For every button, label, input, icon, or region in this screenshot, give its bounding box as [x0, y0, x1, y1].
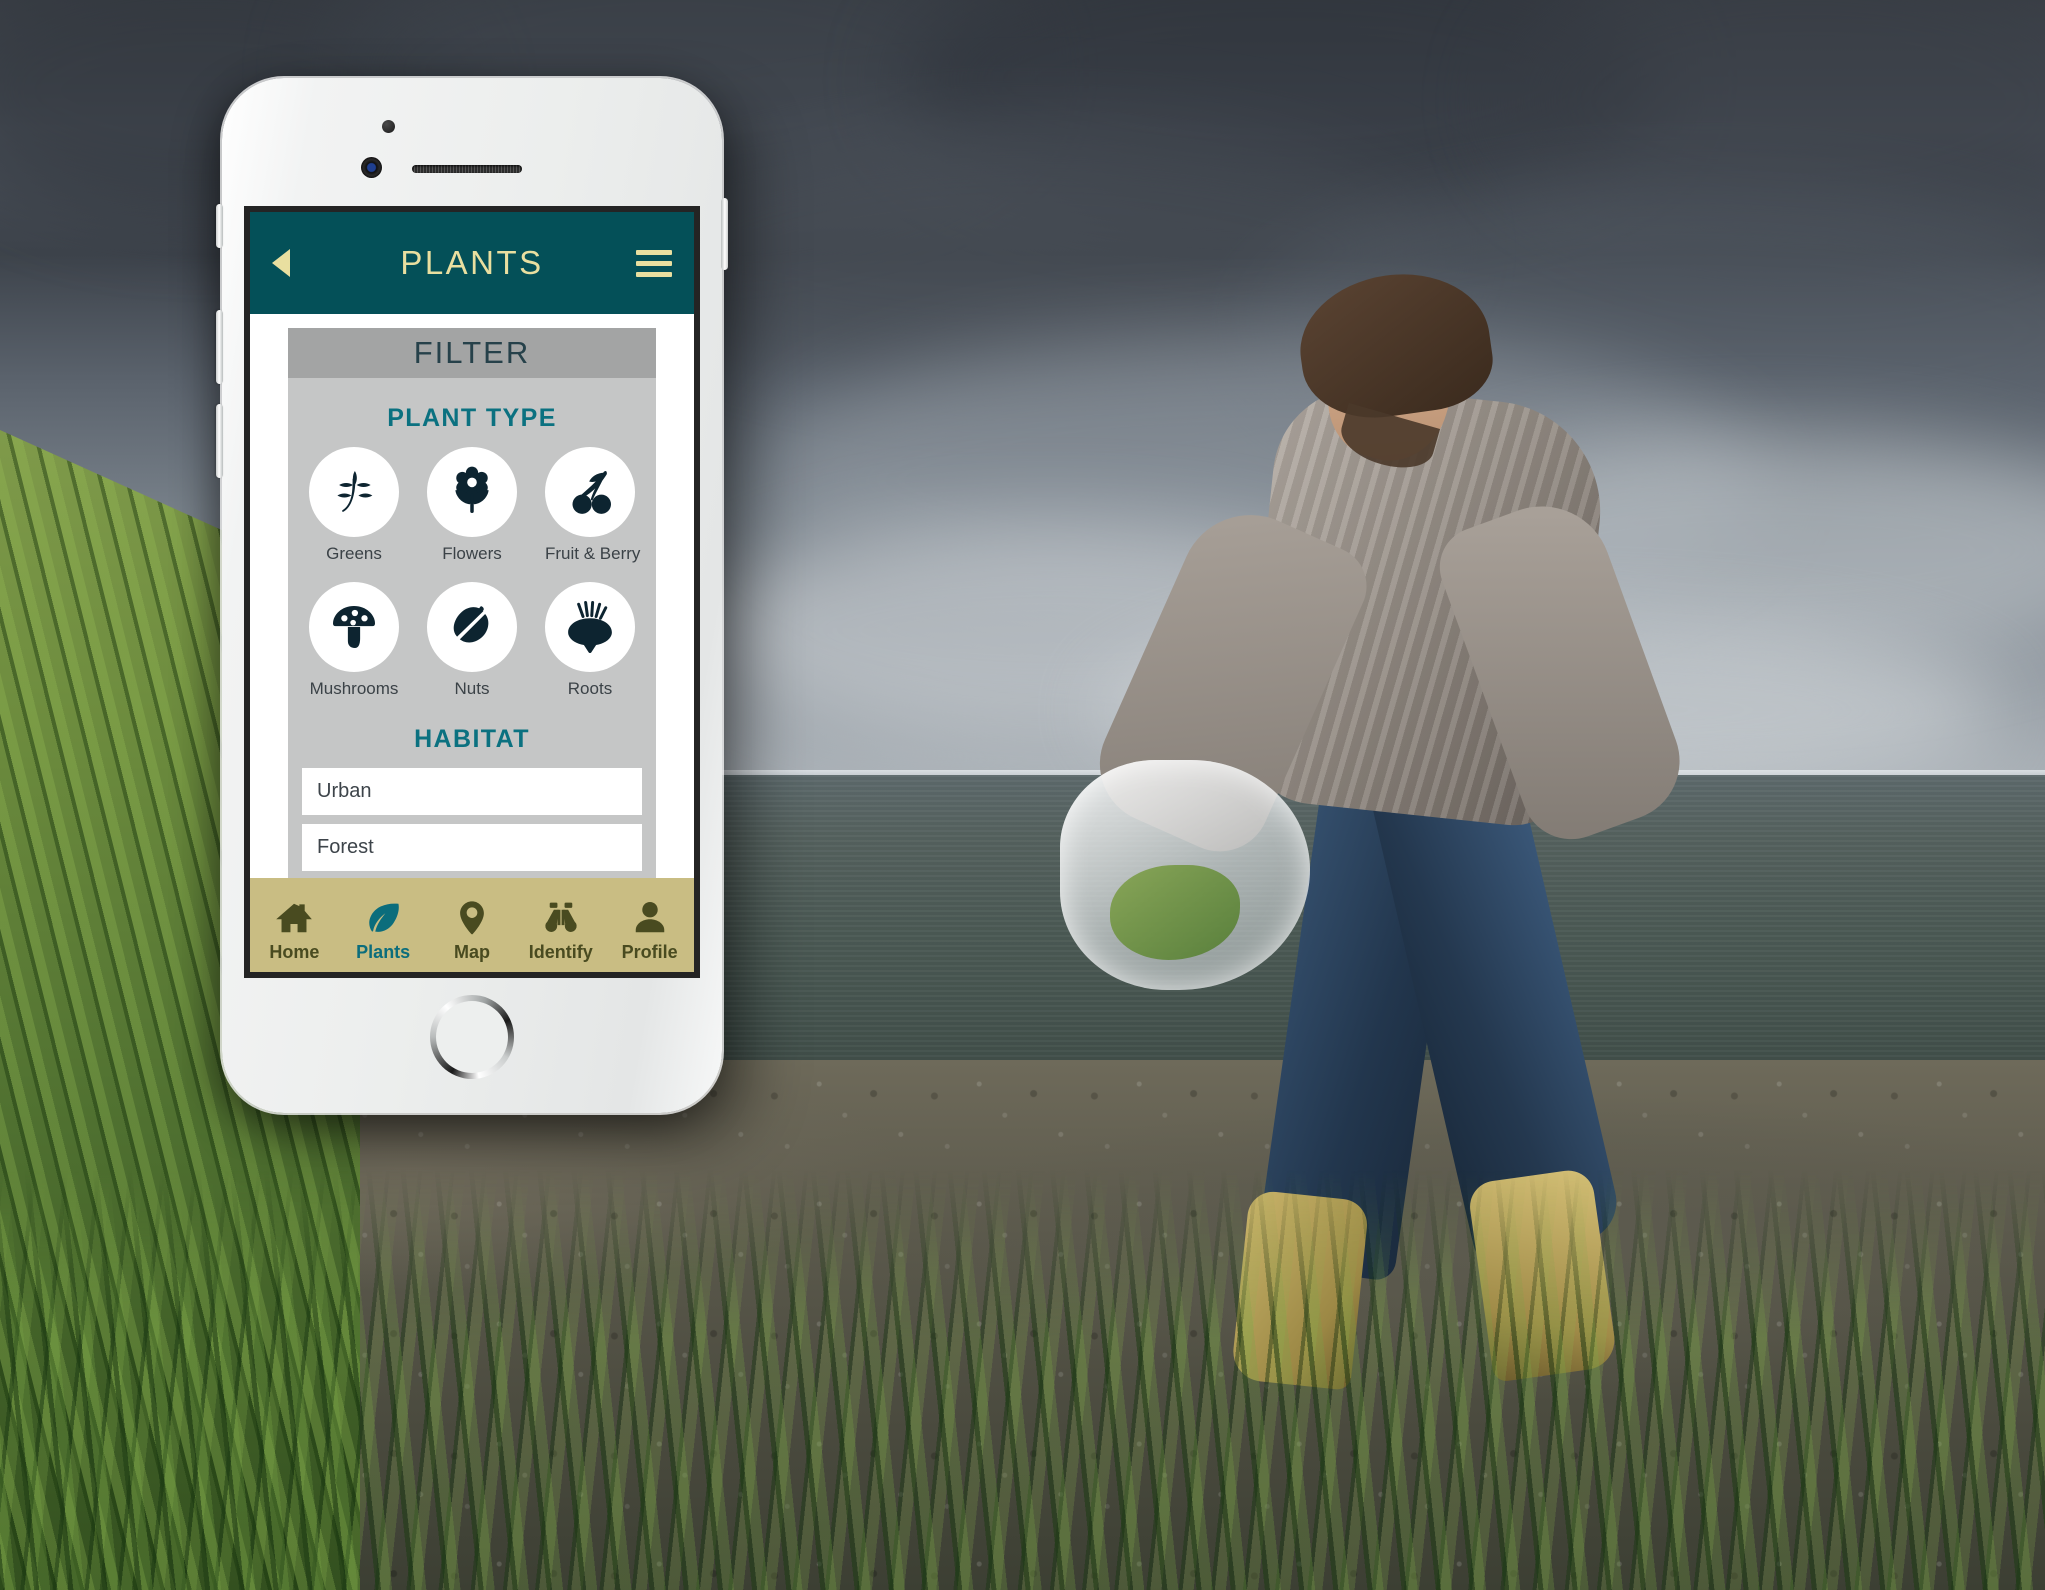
filter-title: FILTER: [288, 328, 656, 378]
binoculars-icon: [545, 902, 577, 932]
mushroom-icon: [309, 582, 399, 672]
foreground-weeds: [0, 1170, 2045, 1590]
nav-label: Identify: [528, 942, 593, 962]
nav-item-home[interactable]: Home: [251, 899, 337, 963]
nav-label: Home: [269, 942, 320, 962]
hamburger-menu-icon[interactable]: [636, 244, 672, 283]
flower-icon: [427, 447, 517, 537]
nav-label: Plants: [356, 942, 411, 962]
phone-mockup: PLANTS FILTER PLANT TYPE Greens Flowers …: [216, 74, 728, 1117]
front-camera: [361, 157, 382, 178]
plant-type-heading: PLANT TYPE: [387, 404, 557, 432]
nav-item-map[interactable]: Map: [429, 899, 515, 963]
plant-type-greens[interactable]: Greens: [309, 447, 399, 564]
plant-type-row-1: Greens Flowers Fruit & Berry: [288, 447, 656, 564]
plant-type-roots[interactable]: Roots: [545, 582, 635, 699]
plant-type-label: Fruit & Berry: [545, 544, 641, 563]
nav-label: Profile: [621, 942, 678, 962]
plant-type-row-2: Mushrooms Nuts Roots: [288, 582, 656, 699]
habitat-item-urban[interactable]: Urban: [302, 768, 642, 815]
map-pin-icon: [460, 901, 484, 935]
volume-up-button[interactable]: [216, 310, 223, 384]
habitat-item-forest[interactable]: Forest: [302, 824, 642, 871]
plant-type-label: Flowers: [442, 544, 502, 563]
cherries-icon: [545, 447, 635, 537]
home-icon: [276, 903, 313, 933]
nav-label: Map: [453, 942, 490, 962]
person-icon: [635, 901, 664, 933]
habitat-heading: HABITAT: [414, 725, 530, 753]
beet-root-icon: [545, 582, 635, 672]
nav-item-profile[interactable]: Profile: [607, 899, 693, 963]
silent-switch[interactable]: [216, 204, 223, 248]
proximity-sensor: [382, 120, 395, 133]
app-header: PLANTS: [250, 212, 694, 314]
plant-type-fruit-berry[interactable]: Fruit & Berry: [545, 447, 641, 564]
plant-type-flowers[interactable]: Flowers: [427, 447, 517, 564]
plant-type-nuts[interactable]: Nuts: [427, 582, 517, 699]
nav-item-plants[interactable]: Plants: [340, 899, 426, 963]
screen-content: FILTER PLANT TYPE Greens Flowers Fruit &…: [250, 314, 694, 972]
bottom-navigation: Home Plants Map Identify Profile: [250, 878, 694, 972]
leaf-branch-icon: [309, 447, 399, 537]
power-button[interactable]: [721, 198, 728, 270]
plant-type-label: Nuts: [454, 679, 490, 698]
earpiece-speaker: [412, 165, 522, 173]
plant-type-label: Roots: [567, 679, 613, 698]
plant-type-label: Greens: [326, 544, 382, 563]
page-title: PLANTS: [400, 244, 544, 281]
acorn-icon: [427, 582, 517, 672]
plant-type-label: Mushrooms: [309, 679, 399, 698]
nav-item-identify[interactable]: Identify: [518, 899, 604, 963]
leaf-icon: [369, 903, 399, 932]
home-button[interactable]: [430, 995, 514, 1079]
phone-screen: PLANTS FILTER PLANT TYPE Greens Flowers …: [244, 206, 700, 978]
plant-type-mushrooms[interactable]: Mushrooms: [309, 582, 399, 699]
volume-down-button[interactable]: [216, 404, 223, 478]
